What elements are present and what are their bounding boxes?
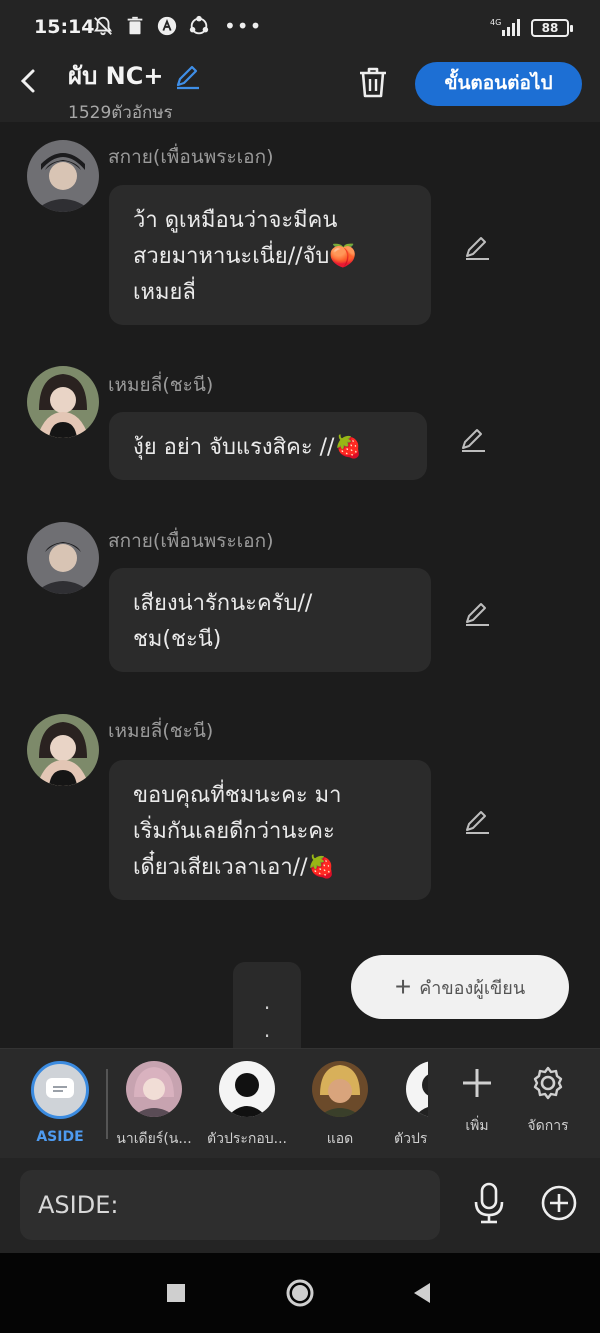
gear-icon [533, 1066, 563, 1100]
notifications-off-icon [93, 16, 113, 36]
avatar [406, 1061, 428, 1117]
trash-status-icon [127, 16, 143, 35]
status-time: 15:14 [34, 16, 95, 38]
app-a-icon [157, 16, 177, 36]
signal-icon: 4G [490, 18, 520, 36]
edit-icon[interactable] [462, 598, 492, 628]
microphone-icon[interactable] [470, 1182, 508, 1224]
header: ผับ NC+ 1529ตัวอักษร ขั้นตอนต่อไป [0, 56, 600, 123]
character-item[interactable]: นาเดียร์(น... [108, 1061, 200, 1150]
page-title[interactable]: ผับ NC+ [68, 56, 163, 95]
avatar[interactable] [27, 140, 99, 212]
recents-icon[interactable] [162, 1279, 190, 1307]
sender-name: สกาย(เพื่อนพระเอก) [108, 530, 274, 552]
avatar [312, 1061, 368, 1117]
input-area [0, 1158, 600, 1253]
sender-name: เหมยลี่(ชะนี) [108, 374, 214, 396]
more-tab[interactable]: . . [233, 962, 301, 1048]
character-item[interactable]: ตัวปร [380, 1061, 428, 1150]
next-step-button[interactable]: ขั้นตอนต่อไป [415, 62, 582, 106]
avatar[interactable] [27, 366, 99, 438]
message-bubble[interactable]: ว้า ดูเหมือนว่าจะมีคน สวยมาหานะเนี่ย//จั… [109, 185, 431, 325]
chat-list[interactable]: สกาย(เพื่อนพระเอก) ว้า ดูเหมือนว่าจะมีคน… [0, 122, 600, 1048]
edit-icon[interactable] [458, 424, 488, 454]
character-name: ตัวปร [394, 1131, 428, 1147]
author-note-label: คำของผู้เขียน [419, 977, 526, 998]
system-nav-bar [0, 1253, 600, 1333]
sender-name: สกาย(เพื่อนพระเอก) [108, 146, 274, 168]
aside-avatar [31, 1061, 89, 1119]
character-name: แอด [326, 1131, 354, 1147]
character-item[interactable]: แอด [294, 1061, 386, 1150]
status-icons: ••• [92, 14, 262, 38]
add-circle-icon[interactable] [540, 1184, 578, 1222]
svg-text:4G: 4G [490, 18, 501, 27]
character-aside[interactable]: ASIDE [14, 1061, 106, 1145]
avatar [219, 1061, 275, 1117]
status-bar: 15:14 ••• 4G 88 [0, 0, 600, 56]
avatar[interactable] [27, 714, 99, 786]
character-bar: ASIDE นาเดียร์(น... ตัวประกอบ... แอด ตัว… [0, 1048, 600, 1158]
delete-icon[interactable] [356, 64, 390, 100]
more-status-icon: ••• [224, 14, 263, 38]
aside-label: ASIDE [36, 1129, 84, 1145]
edit-icon[interactable] [462, 232, 492, 262]
manage-button[interactable]: จัดการ [518, 1065, 578, 1137]
sender-name: เหมยลี่(ชะนี) [108, 720, 214, 742]
message-bubble[interactable]: เสียงน่ารักนะครับ// ชม(ชะนี) [109, 568, 431, 672]
speech-bubble-icon [46, 1078, 74, 1098]
character-item[interactable]: ตัวประกอบ... [201, 1061, 293, 1150]
battery-indicator: 88 [531, 19, 573, 37]
avatar[interactable] [27, 522, 99, 594]
plus-icon: + [394, 971, 412, 1002]
sync-icon [189, 15, 209, 35]
back-icon[interactable] [14, 66, 44, 96]
message-bubble[interactable]: งุ้ย อย่า จับแรงสิคะ //🍓 [109, 412, 427, 480]
author-note-button[interactable]: + คำของผู้เขียน [351, 955, 569, 1019]
add-character-button[interactable]: เพิ่ม [447, 1065, 507, 1137]
back-nav-icon[interactable] [408, 1279, 436, 1307]
edit-icon[interactable] [462, 806, 492, 836]
character-name: ตัวประกอบ... [206, 1131, 287, 1147]
home-icon[interactable] [284, 1277, 316, 1309]
avatar [126, 1061, 182, 1117]
message-input[interactable] [20, 1170, 440, 1240]
title-block: ผับ NC+ 1529ตัวอักษร [68, 56, 201, 126]
character-name: นาเดียร์(น... [116, 1131, 192, 1147]
manage-label: จัดการ [527, 1118, 569, 1134]
message-bubble[interactable]: ขอบคุณที่ชมนะคะ มา เริ่มกันเลยดีกว่านะคะ… [109, 760, 431, 900]
edit-title-icon[interactable] [173, 62, 201, 90]
add-label: เพิ่ม [465, 1118, 489, 1134]
plus-icon [463, 1069, 491, 1097]
